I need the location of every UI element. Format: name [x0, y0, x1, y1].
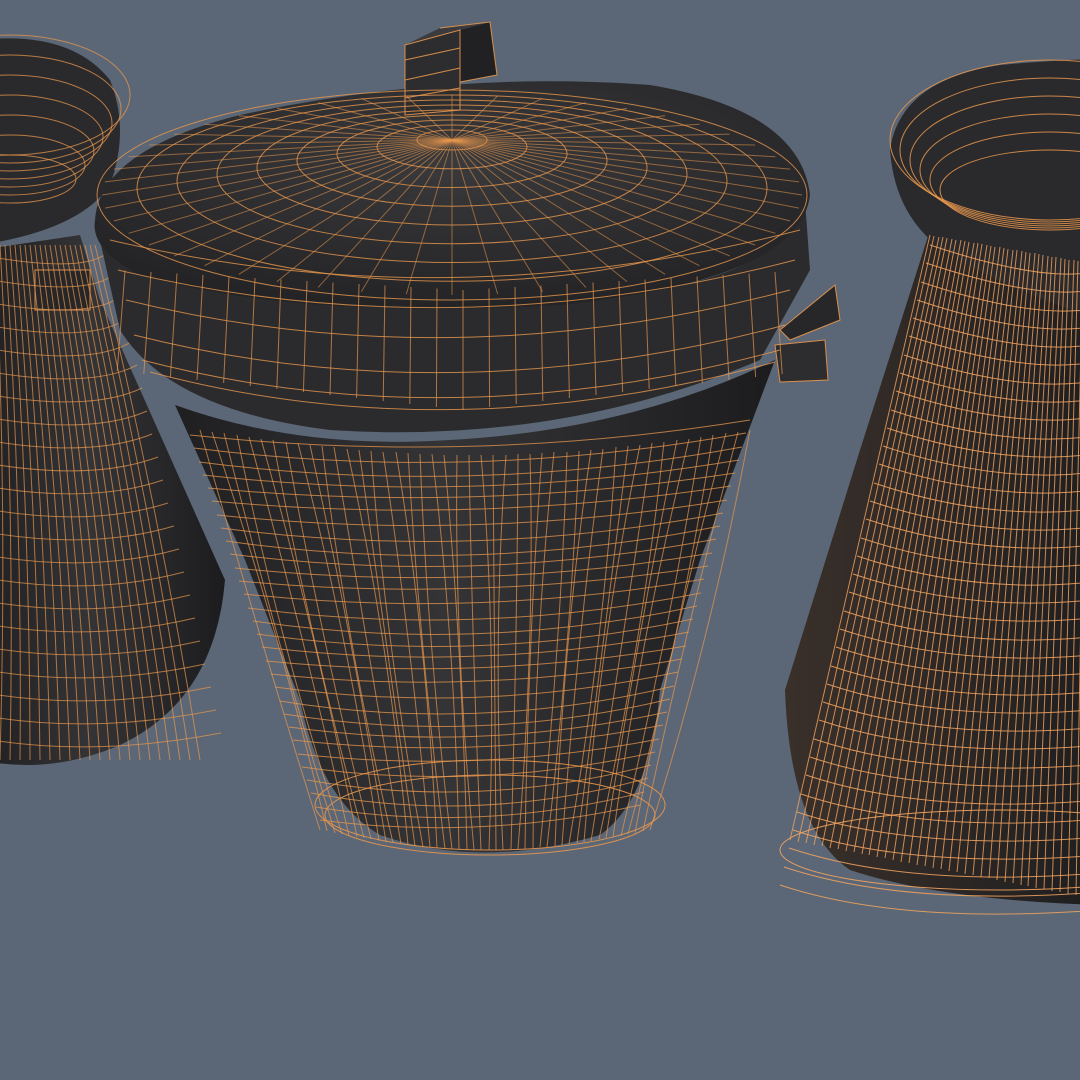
trash-can-center[interactable] [94, 21, 841, 856]
scene-canvas[interactable] [0, 0, 1080, 1080]
trash-can-right[interactable] [779, 59, 1080, 915]
center-can-body [175, 360, 775, 853]
3d-viewport[interactable] [0, 0, 1080, 1080]
